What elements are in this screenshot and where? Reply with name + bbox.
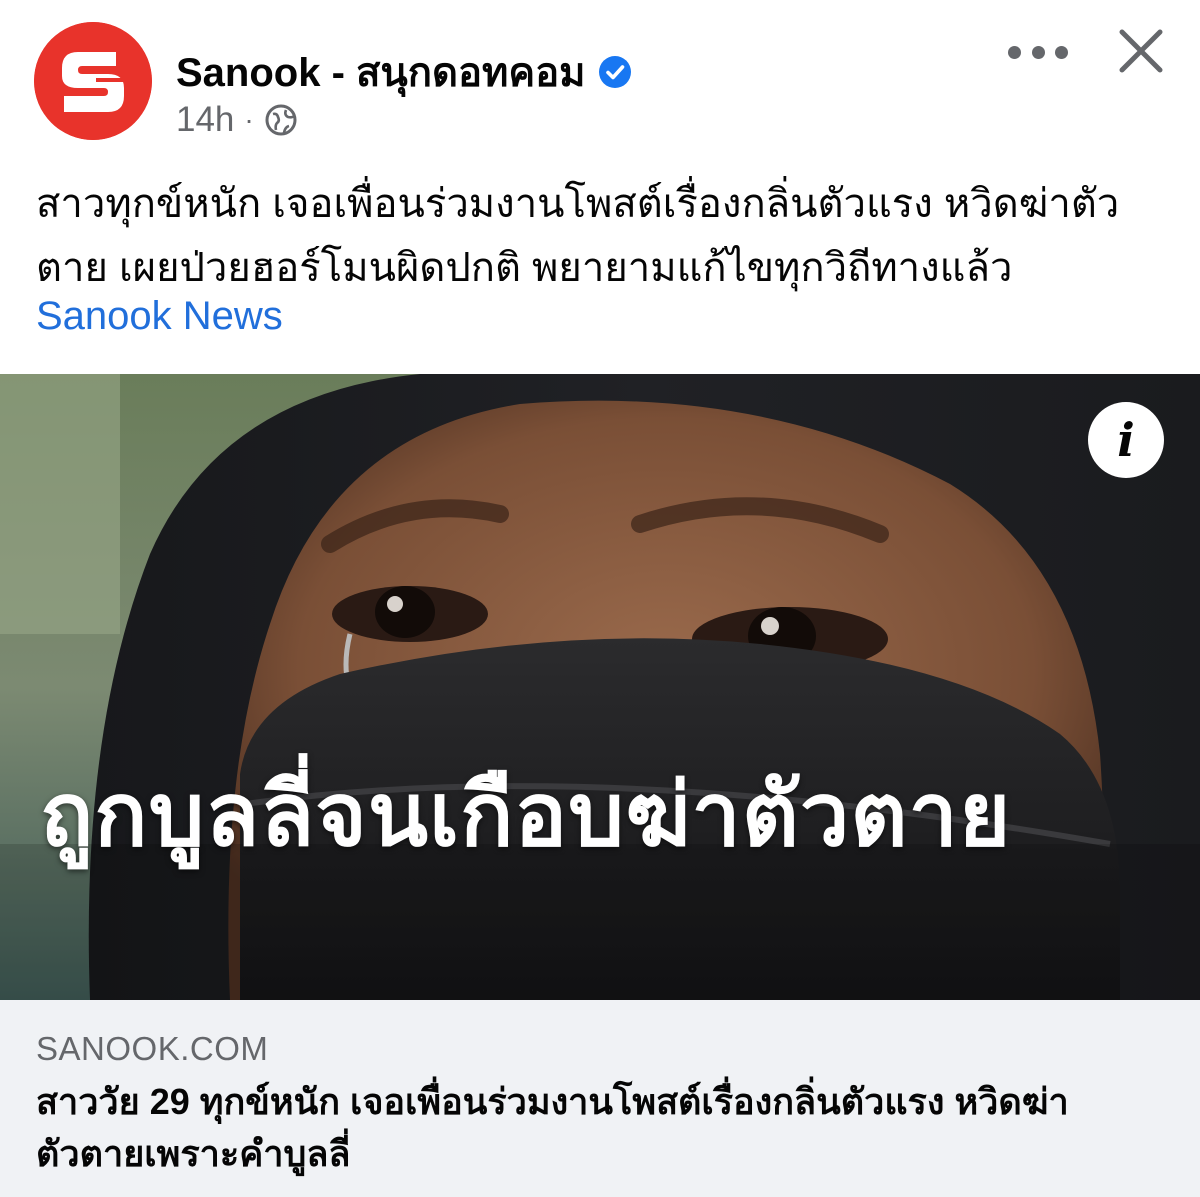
sanook-news-link[interactable]: Sanook News: [36, 292, 283, 340]
post-time[interactable]: 14h: [176, 100, 234, 140]
preview-title-line: ตัวตายเพราะคำบูลลี่: [36, 1133, 351, 1174]
page-avatar[interactable]: [34, 22, 152, 140]
image-overlay-text: ถูกบูลลี่จนเกือบฆ่าตัวตาย: [40, 765, 1012, 864]
page-name-text[interactable]: Sanook - สนุกดอทคอม: [176, 40, 586, 104]
preview-title: สาววัย 29 ทุกข์หนัก เจอเพื่อนร่วมงานโพสต…: [36, 1076, 1176, 1180]
more-dot: [1031, 45, 1045, 59]
verified-badge-icon: [598, 56, 631, 88]
close-icon[interactable]: [1116, 26, 1166, 76]
post-photo: [0, 374, 1200, 1000]
post-image[interactable]: [0, 374, 1200, 1000]
post-header: Sanook - สนุกดอทคอม 14h ·: [0, 0, 1200, 150]
info-icon: i: [1117, 413, 1135, 467]
facebook-post: Sanook - สนุกดอทคอม 14h · สาวทุกข์หนัก เ…: [0, 0, 1200, 1197]
post-caption: สาวทุกข์หนัก เจอเพื่อนร่วมงานโพสต์เรื่อง…: [36, 172, 1176, 300]
meta-separator: ·: [244, 104, 254, 135]
more-dot: [1008, 45, 1021, 59]
post-meta: 14h ·: [176, 100, 298, 140]
caption-line: ตาย เผยป่วยฮอร์โมนผิดปกติ พยายามแก้ไขทุก…: [36, 246, 1013, 290]
sanook-logo-icon: [34, 22, 152, 140]
preview-title-line: สาววัย 29 ทุกข์หนัก เจอเพื่อนร่วมงานโพสต…: [36, 1081, 1069, 1122]
preview-domain: SANOOK.COM: [36, 1030, 269, 1067]
page-name[interactable]: Sanook - สนุกดอทคอม: [176, 40, 632, 104]
link-preview[interactable]: SANOOK.COM สาววัย 29 ทุกข์หนัก เจอเพื่อน…: [0, 1000, 1200, 1197]
globe-icon[interactable]: [264, 103, 298, 137]
more-options-button[interactable]: [1008, 32, 1068, 72]
caption-line: สาวทุกข์หนัก เจอเพื่อนร่วมงานโพสต์เรื่อง…: [36, 182, 1120, 226]
more-dot: [1055, 45, 1068, 59]
info-button[interactable]: i: [1088, 402, 1164, 478]
